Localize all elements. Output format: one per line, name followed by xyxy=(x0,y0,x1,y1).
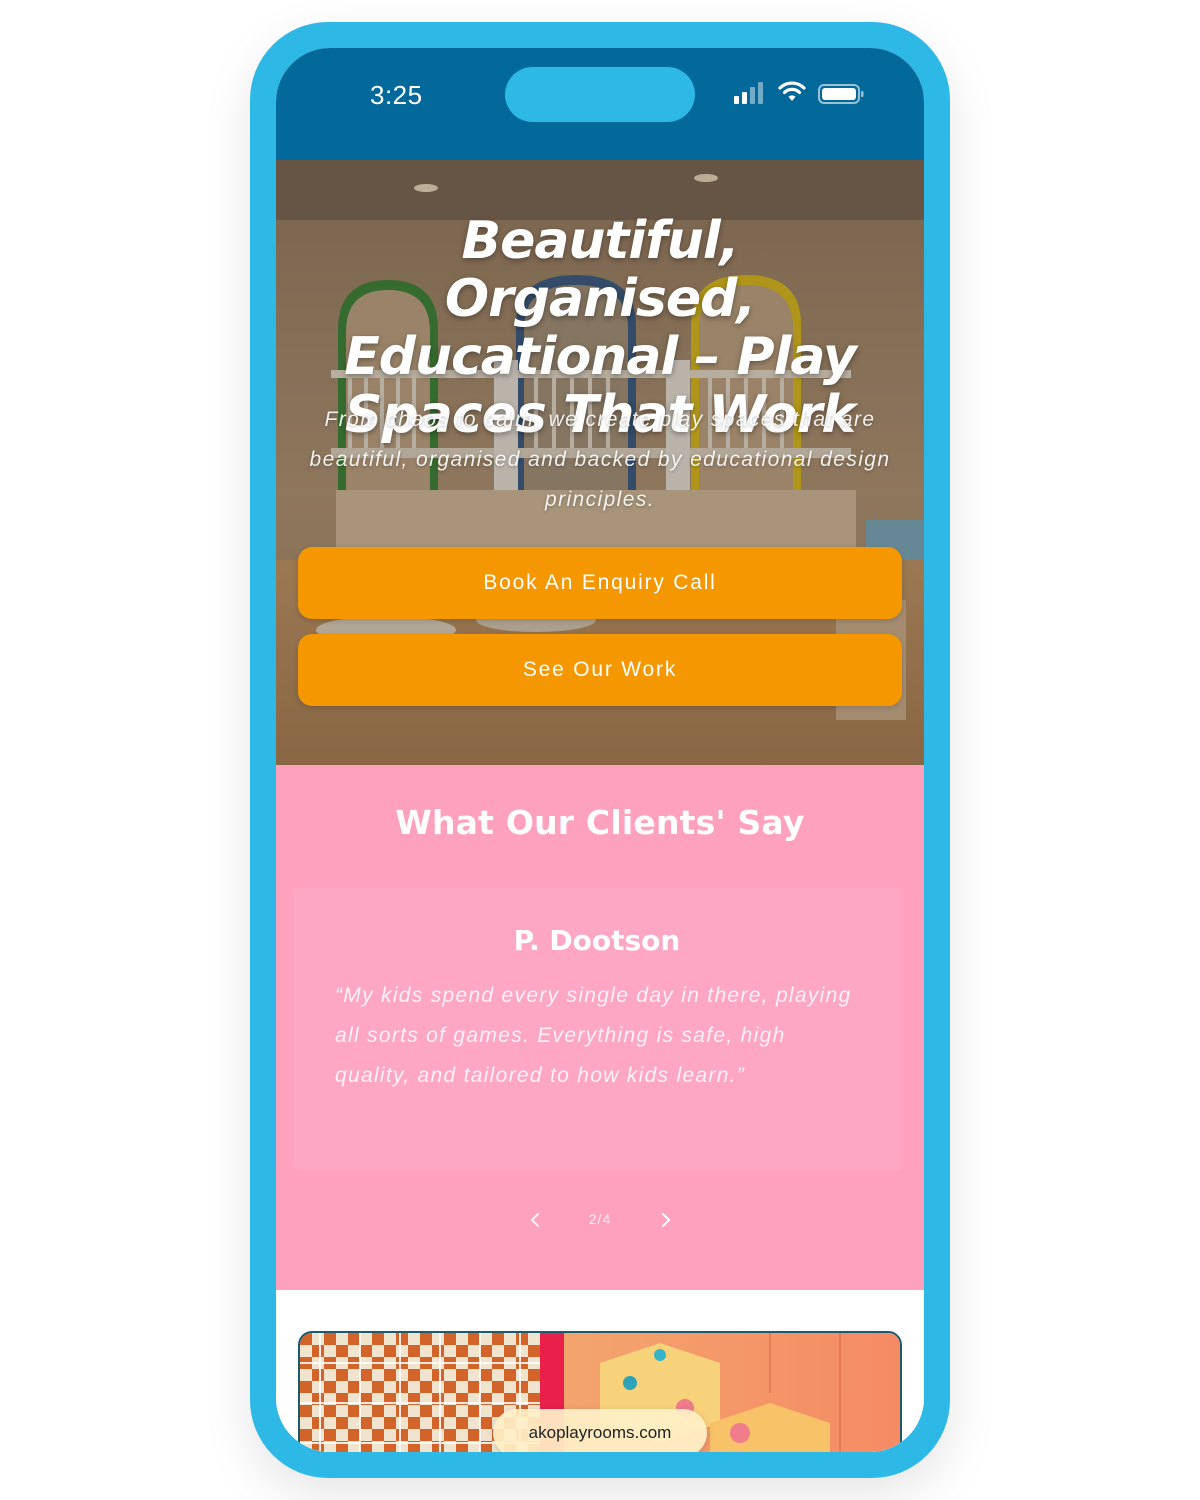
hero-section: Beautiful, Organised, Educational – Play… xyxy=(276,160,924,765)
phone-screen: 3:25 Beautiful, Organised, Educational –… xyxy=(276,48,924,1452)
status-bar: 3:25 xyxy=(276,48,924,160)
wifi-icon xyxy=(778,81,806,101)
testimonial-author: P. Dootson xyxy=(513,924,681,957)
previous-testimonial-button[interactable] xyxy=(521,1205,551,1235)
phone-frame: 3:25 Beautiful, Organised, Educational –… xyxy=(250,22,950,1478)
chevron-left-icon xyxy=(531,1213,539,1227)
next-testimonial-button[interactable] xyxy=(650,1205,680,1235)
testimonials-heading: What Our Clients' Say xyxy=(395,803,805,842)
testimonial-card: P. Dootson “My kids spend every single d… xyxy=(294,888,900,1170)
chevron-right-icon xyxy=(662,1213,670,1227)
hero-subtitle: From chaos to calm, we create play space… xyxy=(309,408,891,511)
dynamic-island xyxy=(505,67,695,122)
book-enquiry-call-button[interactable]: Book An Enquiry Call xyxy=(298,547,902,619)
testimonial-pager: 2/4 xyxy=(276,1205,924,1235)
testimonials-section: What Our Clients' Say P. Dootson “My kid… xyxy=(276,765,924,1290)
testimonial-counter: 2/4 xyxy=(588,1211,612,1227)
status-time: 3:25 xyxy=(370,80,423,110)
cellular-signal-icon xyxy=(734,82,763,104)
browser-url-bar[interactable]: akoplayrooms.com xyxy=(493,1409,707,1452)
see-our-work-button[interactable]: See Our Work xyxy=(298,634,902,706)
testimonial-quote: “My kids spend every single day in there… xyxy=(335,984,852,1087)
battery-icon xyxy=(818,84,864,104)
